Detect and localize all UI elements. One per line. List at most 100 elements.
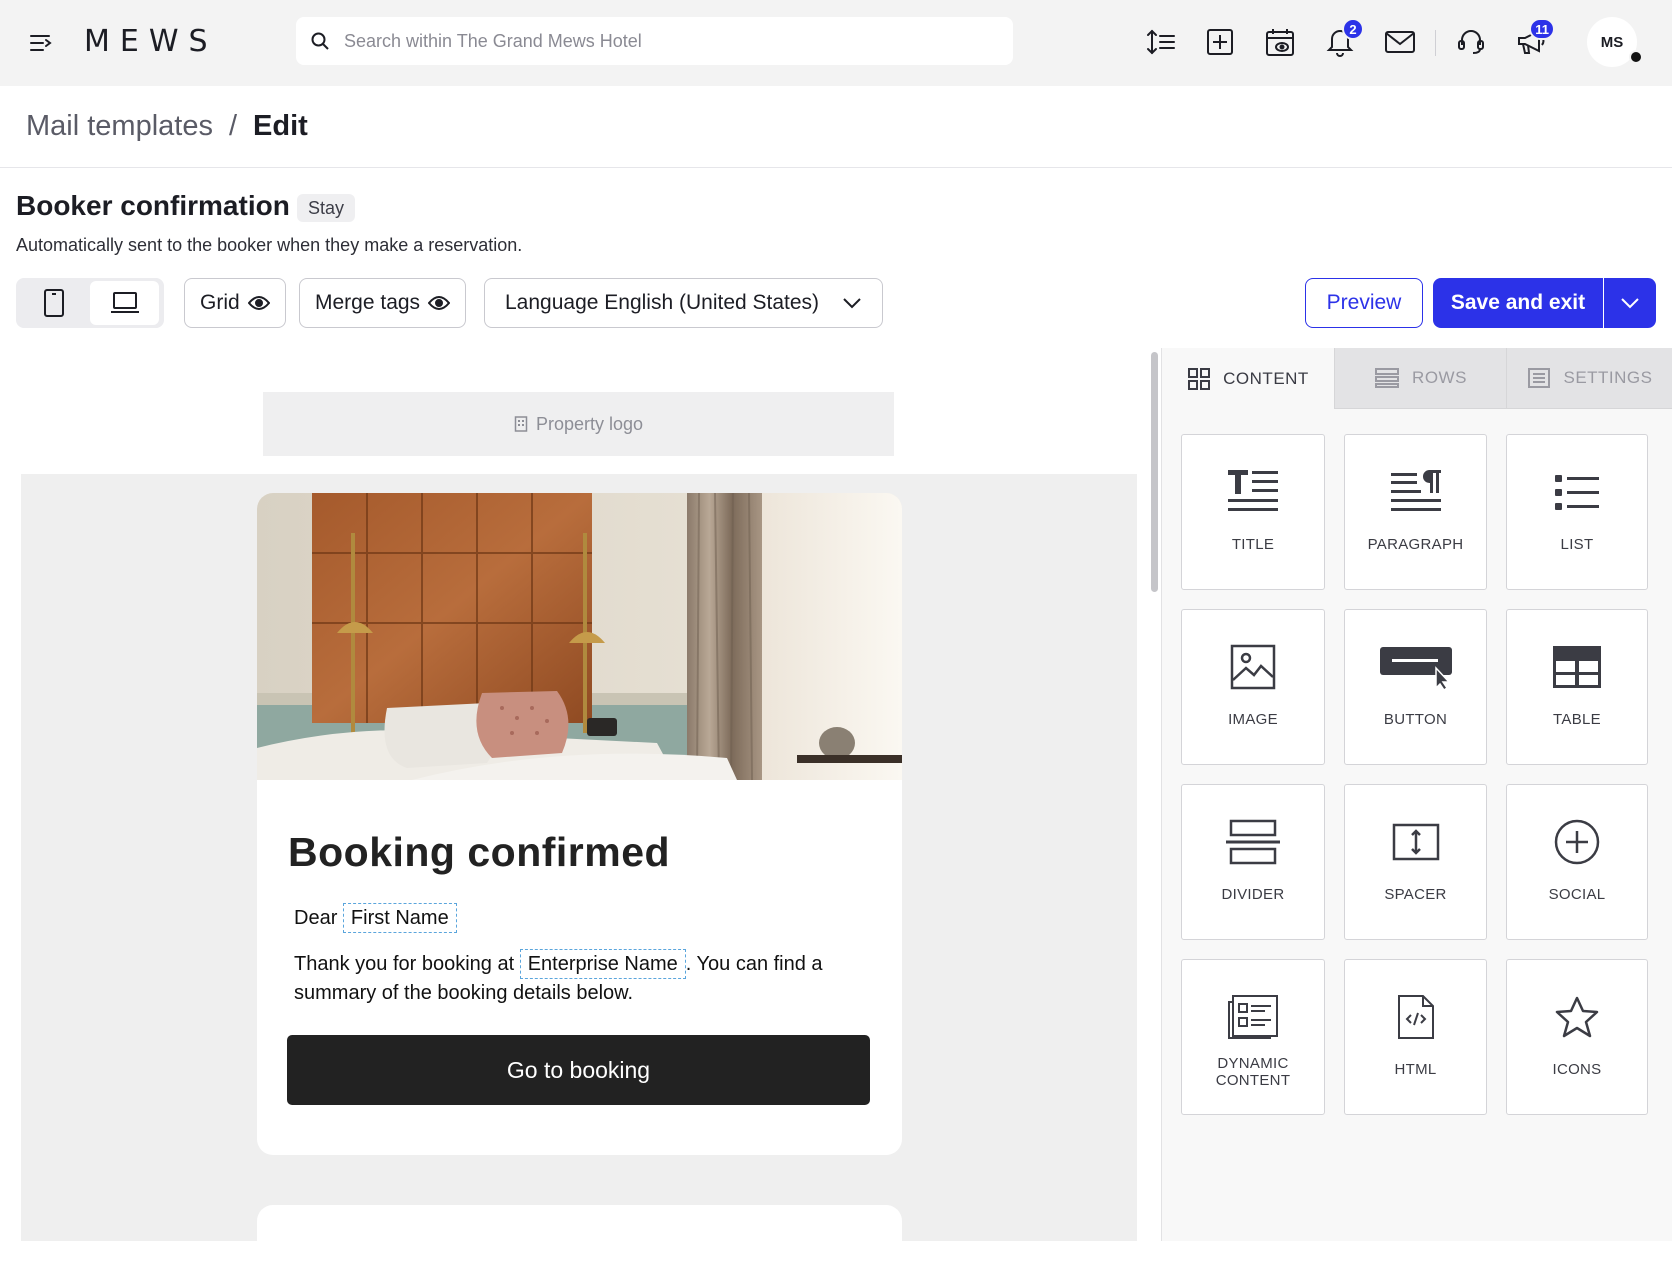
star-icon [1555, 996, 1599, 1038]
list-icon [1555, 475, 1599, 510]
building-icon [514, 416, 528, 432]
save-options-button[interactable] [1604, 278, 1656, 328]
builder-side-panel: CONTENT ROWS SETTINGS TITLE PARAGRAPH LI… [1161, 348, 1672, 1241]
email-heading[interactable]: Booking confirmed [288, 829, 670, 876]
mobile-icon [43, 289, 64, 317]
hotel-room-image[interactable] [257, 493, 902, 780]
block-spacer[interactable]: SPACER [1344, 784, 1487, 940]
search-input[interactable] [344, 30, 944, 52]
go-to-booking-button[interactable]: Go to booking [287, 1035, 870, 1105]
block-dynamic-content[interactable]: DYNAMIC CONTENT [1181, 959, 1325, 1115]
block-divider[interactable]: DIVIDER [1181, 784, 1325, 940]
panel-tabs: CONTENT ROWS SETTINGS [1162, 348, 1672, 409]
block-paragraph[interactable]: PARAGRAPH [1344, 434, 1487, 590]
header-divider [0, 167, 1672, 168]
email-content-card[interactable]: Booking confirmed Dear First Name Thank … [257, 493, 902, 1155]
support-icon[interactable] [1453, 24, 1489, 60]
notifications-icon[interactable]: 2 [1322, 18, 1364, 60]
block-html-label: HTML [1394, 1061, 1437, 1078]
spacer-icon [1392, 823, 1439, 861]
button-icon [1379, 647, 1452, 690]
block-divider-label: DIVIDER [1221, 886, 1285, 903]
block-title-label: TITLE [1231, 536, 1275, 553]
block-dynamic-content-label: DYNAMIC CONTENT [1215, 1055, 1291, 1089]
announcements-icon[interactable]: 11 [1513, 18, 1555, 60]
avatar-initials: MS [1600, 33, 1624, 51]
block-image-label: IMAGE [1228, 711, 1278, 728]
divider [1435, 30, 1436, 56]
tab-rows-label: ROWS [1412, 368, 1467, 387]
chevron-down-icon [1621, 298, 1639, 309]
calendar-view-icon[interactable] [1262, 24, 1298, 60]
block-table-label: TABLE [1553, 711, 1601, 728]
email-body-text[interactable]: Thank you for booking at Enterprise Name… [294, 949, 854, 1008]
block-title[interactable]: TITLE [1181, 434, 1325, 590]
block-image[interactable]: IMAGE [1181, 609, 1325, 765]
laptop-icon [110, 292, 139, 313]
block-paragraph-label: PARAGRAPH [1367, 536, 1464, 553]
tab-content[interactable]: CONTENT [1162, 348, 1334, 409]
greeting-text: Dear [294, 907, 338, 929]
menu-icon[interactable] [26, 28, 56, 58]
title-icon [1228, 470, 1278, 511]
block-icons[interactable]: ICONS [1506, 959, 1648, 1115]
merge-tag-first-name[interactable]: First Name [342, 903, 457, 933]
block-icons-label: ICONS [1552, 1061, 1602, 1078]
breadcrumb-current: Edit [253, 109, 308, 142]
block-table[interactable]: TABLE [1506, 609, 1648, 765]
desktop-view-button[interactable] [90, 281, 159, 325]
block-button-label: BUTTON [1383, 711, 1448, 728]
email-greeting[interactable]: Dear First Name [294, 903, 457, 933]
breadcrumb-separator: / [228, 109, 238, 142]
tab-rows[interactable]: ROWS [1334, 348, 1506, 409]
language-select[interactable]: Language English (United States) [484, 278, 883, 328]
body-text-start: Thank you for booking at [294, 953, 515, 975]
preview-button[interactable]: Preview [1305, 278, 1423, 328]
search-bar[interactable] [296, 17, 1013, 65]
breadcrumb-mail-templates[interactable]: Mail templates [26, 110, 213, 143]
merge-tags-toggle-button[interactable]: Merge tags [299, 278, 467, 328]
tab-settings[interactable]: SETTINGS [1506, 348, 1672, 409]
table-icon [1553, 646, 1601, 688]
top-bar: MEWS 2 11 MS [0, 0, 1672, 86]
avatar[interactable]: MS [1587, 17, 1643, 67]
block-social-label: SOCIAL [1548, 886, 1606, 903]
mews-logo[interactable]: MEWS [84, 22, 218, 62]
content-blocks-grid: TITLE PARAGRAPH LIST IMAGE BUTTON TABLE [1181, 434, 1648, 1115]
save-and-exit-button[interactable]: Save and exit [1433, 278, 1603, 328]
tab-content-label: CONTENT [1223, 368, 1309, 388]
merge-tag-enterprise-name[interactable]: Enterprise Name [519, 949, 686, 979]
grid-toggle-button[interactable]: Grid [184, 278, 286, 328]
merge-tags-label: Merge tags [315, 291, 421, 314]
eye-icon [247, 296, 270, 310]
settings-icon [1528, 368, 1551, 388]
template-type-badge: Stay [297, 194, 356, 222]
grid-icon [1188, 367, 1211, 390]
block-spacer-label: SPACER [1384, 886, 1447, 903]
block-html[interactable]: HTML [1344, 959, 1487, 1115]
page-title: Booker confirmation [16, 190, 290, 221]
email-second-card[interactable] [257, 1205, 902, 1265]
property-logo-placeholder[interactable]: Property logo [263, 392, 894, 456]
body-text-line2: summary of the booking details below. [294, 982, 634, 1004]
language-label: Language English (United States) [505, 291, 820, 314]
divider-icon [1226, 819, 1280, 865]
breadcrumb: Mail templates / Edit [26, 104, 308, 148]
mobile-view-button[interactable] [19, 281, 88, 325]
template-description: Automatically sent to the booker when th… [16, 235, 523, 255]
social-icon [1554, 819, 1600, 865]
announcements-badge: 11 [1529, 18, 1555, 40]
chevron-down-icon [843, 298, 861, 309]
eye-icon [428, 296, 451, 310]
block-button[interactable]: BUTTON [1344, 609, 1487, 765]
status-dot [1629, 50, 1643, 64]
add-icon[interactable] [1202, 24, 1238, 60]
property-logo-label: Property logo [535, 413, 644, 434]
canvas-scrollbar[interactable] [1151, 352, 1158, 592]
tab-settings-label: SETTINGS [1563, 368, 1653, 387]
block-social[interactable]: SOCIAL [1506, 784, 1648, 940]
block-list[interactable]: LIST [1506, 434, 1648, 590]
mail-icon[interactable] [1382, 24, 1418, 60]
line-height-icon[interactable] [1143, 24, 1179, 60]
block-list-label: LIST [1560, 536, 1594, 553]
